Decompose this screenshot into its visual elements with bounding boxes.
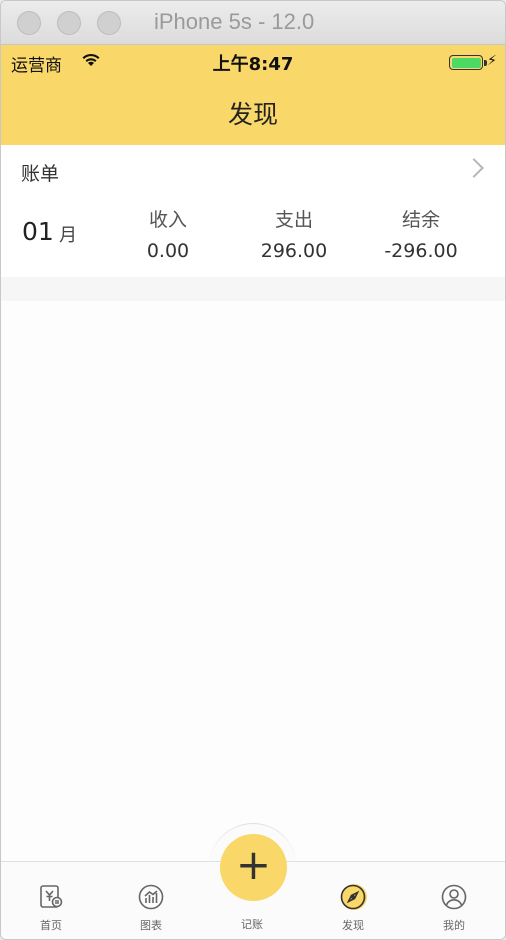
- ledger-icon: [38, 884, 64, 910]
- window-titlebar: iPhone 5s - 12.0: [1, 1, 505, 45]
- plus-icon: +: [235, 840, 272, 889]
- chart-icon: [138, 884, 164, 910]
- month-unit: 月: [59, 225, 77, 246]
- charging-icon: ⚡: [487, 53, 497, 69]
- tab-home[interactable]: 首页: [1, 862, 101, 939]
- tab-discover-label: 发现: [342, 919, 364, 932]
- income-value: 0.00: [146, 240, 190, 262]
- month-number: 01: [22, 217, 54, 246]
- tab-home-label: 首页: [40, 919, 62, 932]
- income-stat: 收入 0.00: [108, 205, 228, 262]
- bill-summary-card[interactable]: 账单 01 月 收入 0.00 支出 296.00 结余 -296.00: [1, 145, 505, 277]
- navigation-bar: 发现: [1, 77, 505, 145]
- status-bar: 运营商 上午8:47 ⚡: [1, 45, 505, 77]
- tab-chart-label: 图表: [140, 919, 162, 932]
- chevron-right-icon[interactable]: [464, 158, 484, 178]
- expense-stat: 支出 296.00: [234, 205, 354, 262]
- window-title: iPhone 5s - 12.0: [154, 9, 315, 34]
- profile-icon: [441, 884, 467, 910]
- bill-header-label: 账单: [21, 163, 60, 185]
- tab-chart[interactable]: 图表: [101, 862, 201, 939]
- page-title: 发现: [227, 100, 278, 129]
- balance-label: 结余: [401, 209, 440, 231]
- income-label: 收入: [148, 209, 187, 231]
- balance-stat: 结余 -296.00: [361, 205, 481, 262]
- tab-profile-label: 我的: [443, 919, 465, 932]
- tab-profile[interactable]: 我的: [404, 862, 504, 939]
- expense-value: 296.00: [260, 240, 328, 262]
- balance-value: -296.00: [384, 240, 458, 262]
- battery-icon: [449, 55, 487, 70]
- status-time: 上午8:47: [212, 54, 294, 75]
- tab-discover[interactable]: 发现: [303, 862, 403, 939]
- add-record-button[interactable]: +: [220, 834, 287, 901]
- simulator-window: iPhone 5s - 12.0 运营商 上午8:47 ⚡ 发现 账单 01 月…: [0, 0, 506, 940]
- tab-add-label: 记账: [241, 918, 263, 931]
- compass-icon: [340, 884, 366, 910]
- section-separator: [1, 277, 505, 301]
- expense-label: 支出: [274, 209, 313, 231]
